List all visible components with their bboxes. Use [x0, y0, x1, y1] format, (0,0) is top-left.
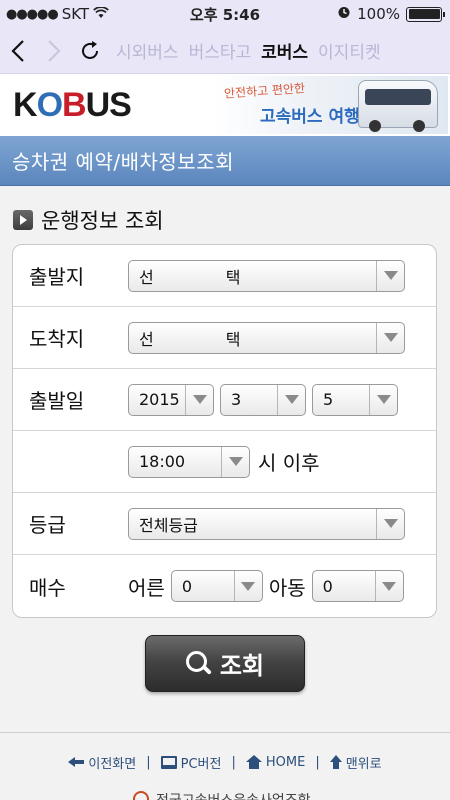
footer-home-link[interactable]: HOME	[245, 755, 305, 770]
page-title: 승차권 예약/배차정보조회	[12, 150, 234, 174]
arrow-up-icon	[329, 755, 342, 769]
date-row: 출발일 2015 3 5	[13, 369, 436, 431]
search-button[interactable]: 조회	[145, 635, 305, 692]
chevron-down-icon	[233, 571, 262, 601]
chevron-left-icon	[11, 39, 24, 62]
home-icon	[245, 755, 262, 769]
promo-banner: 안전하고 편안한 고속버스 여행	[212, 76, 448, 134]
month-select[interactable]: 3	[220, 383, 306, 416]
grade-label: 등급	[29, 513, 66, 537]
year-select[interactable]: 2015	[128, 383, 214, 416]
count-row: 매수 어른 0 아동 0	[13, 555, 436, 617]
bus-illustration	[358, 80, 438, 132]
day-select[interactable]: 5	[312, 383, 398, 416]
child-label: 아동	[268, 575, 306, 600]
browser-nav-bar: 시외버스 버스타고 코버스 이지티켓	[0, 28, 450, 74]
arrival-row: 도착지 선택	[13, 307, 436, 369]
footer-links: 이전화면 | PC버전 | HOME | 맨위로	[0, 745, 450, 779]
tab-bustago[interactable]: 버스타고	[189, 38, 252, 63]
tab-kobus[interactable]: 코버스	[261, 38, 308, 63]
bottom-banner-text: 전국고속버스운송사업조합	[156, 790, 311, 800]
site-tabs: 시외버스 버스타고 코버스 이지티켓	[108, 38, 381, 63]
adult-label: 어른	[128, 575, 165, 600]
time-row: 18:00 시 이후	[13, 431, 436, 493]
arrow-left-icon	[68, 757, 85, 767]
battery-icon	[406, 6, 445, 22]
status-bar: ●●●●● SKT 오후 5:46 100%	[0, 0, 450, 28]
wifi-icon	[93, 5, 109, 23]
kobus-logo[interactable]: KOBUS	[13, 86, 132, 125]
carrier-label: SKT	[61, 5, 90, 23]
count-label: 매수	[29, 575, 66, 600]
banner-slogan-line1: 안전하고 편안한	[223, 81, 306, 101]
banner-slogan-line2: 고속버스 여행	[260, 107, 360, 127]
child-count-select[interactable]: 0	[311, 570, 404, 602]
date-label: 출발일	[29, 389, 85, 413]
chevron-down-icon	[277, 384, 305, 415]
footer-back-link[interactable]: 이전화면	[68, 753, 136, 772]
chevron-down-icon	[376, 322, 404, 353]
chevron-down-icon	[376, 260, 404, 291]
reload-icon	[82, 40, 98, 59]
reload-button[interactable]	[72, 28, 108, 74]
time-suffix: 시 이후	[258, 451, 320, 475]
search-icon	[185, 650, 212, 677]
section-heading: 운행정보 조회	[13, 205, 164, 235]
chevron-down-icon	[369, 384, 397, 415]
signal-icon: ●●●●●	[6, 6, 59, 22]
battery-level	[408, 9, 440, 19]
section-title: 운행정보 조회	[41, 209, 164, 233]
arrival-label: 도착지	[29, 327, 85, 351]
chevron-down-icon	[374, 571, 403, 601]
play-bullet-icon	[13, 210, 33, 230]
footer-divider	[0, 732, 450, 733]
bottom-banner: 전국고속버스운송사업조합	[0, 786, 450, 800]
adult-count-select[interactable]: 0	[170, 570, 263, 602]
forward-button[interactable]	[36, 28, 72, 74]
search-button-label: 조회	[219, 652, 265, 680]
tab-easyticket[interactable]: 이지티켓	[318, 38, 381, 63]
departure-label: 출발지	[29, 265, 85, 289]
departure-select[interactable]: 선택	[128, 259, 405, 292]
chevron-right-icon	[48, 39, 61, 62]
circle-icon	[133, 791, 149, 800]
footer-top-link[interactable]: 맨위로	[329, 753, 382, 772]
tab-intercity-bus[interactable]: 시외버스	[116, 38, 179, 63]
status-time: 오후 5:46	[189, 5, 261, 24]
search-form: 출발지 선택 도착지 선택 출발일 2015 3 5 18:00 시 이후 등급…	[12, 244, 437, 618]
chevron-down-icon	[185, 384, 213, 415]
battery-percent: 100%	[357, 5, 400, 23]
brand-header: KOBUS 안전하고 편안한 고속버스 여행	[0, 74, 450, 136]
time-select[interactable]: 18:00	[128, 445, 250, 478]
grade-select[interactable]: 전체등급	[128, 507, 405, 540]
chevron-down-icon	[376, 508, 404, 539]
back-button[interactable]	[0, 28, 36, 74]
chevron-down-icon	[221, 446, 249, 477]
alarm-icon	[337, 5, 351, 23]
arrival-select[interactable]: 선택	[128, 321, 405, 354]
footer-pc-link[interactable]: PC버전	[160, 753, 221, 772]
grade-row: 등급 전체등급	[13, 493, 436, 555]
monitor-icon	[160, 755, 177, 769]
departure-row: 출발지 선택	[13, 245, 436, 307]
page-title-bar: 승차권 예약/배차정보조회	[0, 136, 450, 186]
